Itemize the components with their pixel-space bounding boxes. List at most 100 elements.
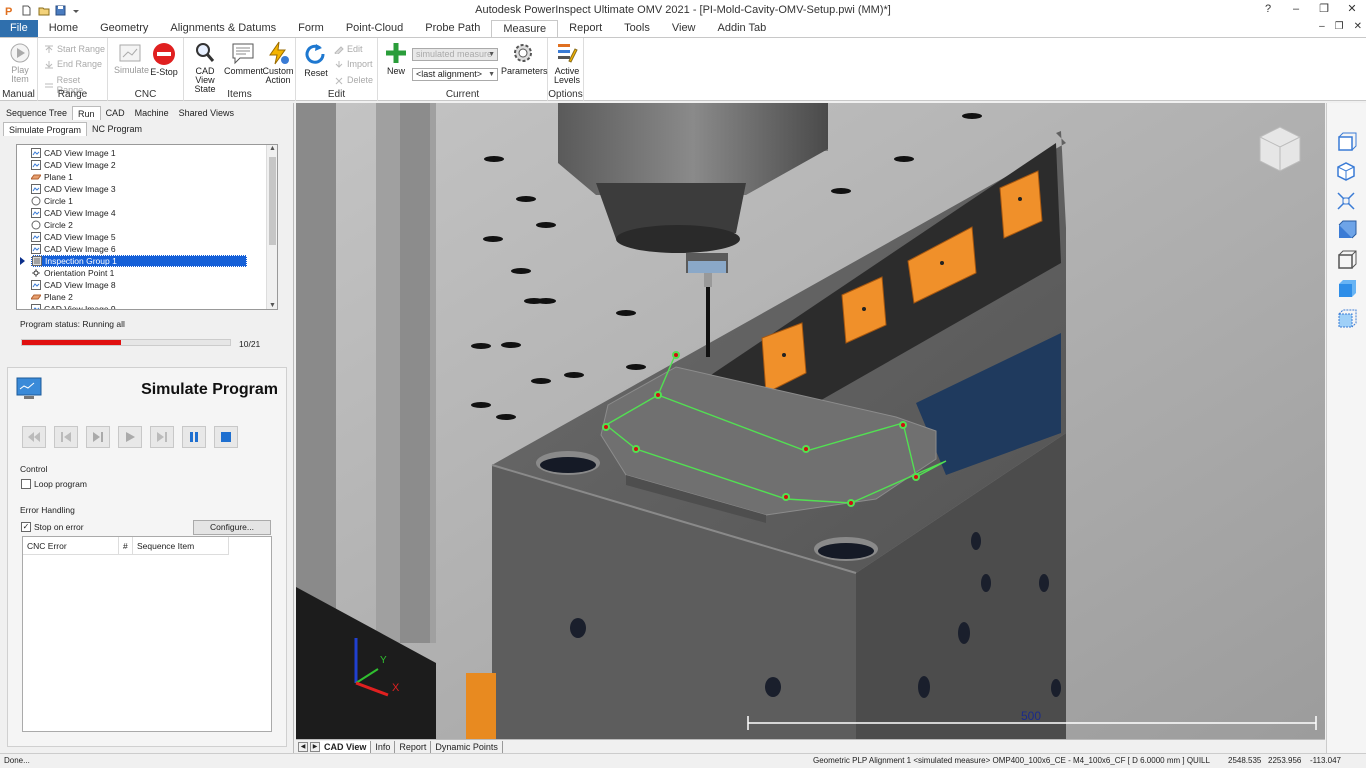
tab-sequence-tree[interactable]: Sequence Tree — [1, 106, 72, 120]
tab-run[interactable]: Run — [72, 106, 101, 120]
shaded-view-icon[interactable] — [1335, 219, 1357, 241]
scrollbar-thumb[interactable] — [269, 157, 276, 245]
tab-shared-views[interactable]: Shared Views — [174, 106, 239, 120]
column-header-sequence-item[interactable]: Sequence Item — [133, 537, 229, 555]
scroll-down-icon[interactable]: ▼ — [267, 302, 277, 309]
mdi-restore-button[interactable]: ❐ — [1335, 21, 1344, 32]
zoom-fit-icon[interactable] — [1335, 190, 1357, 212]
tab-tools[interactable]: Tools — [613, 20, 661, 37]
tree-item[interactable]: CAD View Image 3 — [31, 183, 116, 195]
delete-button[interactable]: Delete — [334, 75, 373, 85]
start-range-button[interactable]: Start Range — [44, 44, 105, 54]
tab-scroll-right-icon[interactable]: ▶ — [310, 741, 320, 752]
simulate-button[interactable]: Simulate — [114, 42, 149, 75]
tree-item[interactable]: CAD View Image 1 — [31, 147, 116, 159]
tab-alignments-datums[interactable]: Alignments & Datums — [159, 20, 287, 37]
tab-info[interactable]: Info — [371, 740, 396, 753]
loop-program-checkbox[interactable]: Loop program — [21, 479, 87, 489]
tab-dynamic-points[interactable]: Dynamic Points — [431, 740, 503, 753]
image-icon — [31, 232, 41, 242]
stop-on-error-checkbox-box[interactable]: ✓ — [21, 522, 31, 532]
comment-button[interactable]: Comment — [224, 41, 263, 76]
new-file-icon[interactable] — [21, 5, 32, 16]
wireframe-view-icon[interactable] — [1335, 249, 1357, 271]
tree-item[interactable]: CAD View Image 2 — [31, 159, 116, 171]
rewind-button[interactable] — [22, 426, 46, 448]
mdi-minimize-button[interactable]: – — [1319, 21, 1325, 32]
configure-button[interactable]: Configure... — [193, 520, 271, 535]
view-cube-icon[interactable] — [1259, 126, 1301, 172]
step-forward-button[interactable] — [86, 426, 110, 448]
tab-simulate-program[interactable]: Simulate Program — [3, 122, 88, 136]
quick-access-menu-icon[interactable] — [72, 5, 83, 16]
stop-on-error-checkbox[interactable]: ✓ Stop on error — [21, 522, 84, 532]
tree-item[interactable]: Inspection Group 1 — [31, 255, 247, 267]
tab-cad-view[interactable]: CAD View — [320, 740, 372, 753]
help-icon[interactable]: ? — [1254, 0, 1282, 20]
tree-scrollbar[interactable]: ▲ ▼ — [266, 145, 277, 309]
pause-button[interactable] — [182, 426, 206, 448]
cad-3d-viewport[interactable]: Y X 500 — [296, 103, 1325, 739]
open-folder-icon[interactable] — [38, 5, 50, 16]
active-levels-button[interactable]: Active Levels — [550, 41, 584, 85]
tab-cad[interactable]: CAD — [101, 106, 130, 120]
tab-view[interactable]: View — [661, 20, 707, 37]
tab-addin[interactable]: Addin Tab — [707, 20, 778, 37]
play-button[interactable] — [118, 426, 142, 448]
tree-item[interactable]: Orientation Point 1 — [31, 267, 114, 279]
view-front-icon[interactable] — [1335, 131, 1357, 153]
tab-report[interactable]: Report — [558, 20, 613, 37]
cad-view-state-button[interactable]: CAD View State — [186, 41, 224, 94]
transparent-view-icon[interactable] — [1335, 308, 1357, 330]
tab-point-cloud[interactable]: Point-Cloud — [335, 20, 414, 37]
view-iso-icon[interactable] — [1335, 160, 1357, 182]
measure-select[interactable]: simulated measure ▼ — [412, 48, 498, 61]
column-header-number[interactable]: # — [119, 537, 133, 555]
play-item-button[interactable]: Play Item — [4, 42, 36, 84]
tree-item[interactable]: CAD View Image 5 — [31, 231, 116, 243]
sequence-tree-list[interactable]: CAD View Image 1 CAD View Image 2 Plane 1 C… — [16, 144, 278, 310]
tree-item[interactable]: Circle 2 — [31, 219, 73, 231]
tab-probe-path[interactable]: Probe Path — [414, 20, 491, 37]
stop-button[interactable] — [214, 426, 238, 448]
play-to-end-button[interactable] — [150, 426, 174, 448]
parameters-button[interactable]: Parameters — [501, 41, 548, 76]
new-measure-button[interactable]: New — [381, 41, 411, 76]
import-button[interactable]: Import — [334, 59, 373, 69]
restore-button[interactable]: ❐ — [1310, 0, 1338, 20]
scroll-up-icon[interactable]: ▲ — [267, 145, 277, 152]
cnc-error-table[interactable]: CNC Error # Sequence Item — [22, 536, 272, 732]
minimize-button[interactable]: – — [1282, 0, 1310, 20]
mdi-close-button[interactable]: ✕ — [1354, 21, 1362, 32]
pause-icon — [190, 432, 198, 442]
tab-form[interactable]: Form — [287, 20, 335, 37]
solid-view-icon[interactable] — [1335, 278, 1357, 300]
tree-item[interactable]: CAD View Image 8 — [31, 279, 116, 291]
tab-machine[interactable]: Machine — [130, 106, 174, 120]
tree-item[interactable]: Plane 2 — [30, 291, 73, 303]
tab-file[interactable]: File — [0, 20, 38, 37]
tree-item[interactable]: CAD View Image 4 — [31, 207, 116, 219]
tree-item[interactable]: Circle 1 — [31, 195, 73, 207]
reset-button[interactable]: Reset — [300, 41, 332, 78]
alignment-select[interactable]: <last alignment> ▼ — [412, 68, 498, 81]
save-icon[interactable] — [55, 5, 66, 16]
tab-geometry[interactable]: Geometry — [89, 20, 159, 37]
close-button[interactable]: ✕ — [1338, 0, 1366, 20]
loop-program-checkbox-box[interactable] — [21, 479, 31, 489]
custom-action-button[interactable]: Custom Action — [260, 41, 296, 85]
end-range-button[interactable]: End Range — [44, 59, 102, 69]
tree-item[interactable]: CAD View Image 6 — [31, 243, 116, 255]
edit-button[interactable]: Edit — [334, 44, 363, 54]
tab-nc-program[interactable]: NC Program — [87, 122, 147, 136]
column-header-cnc-error[interactable]: CNC Error — [23, 537, 119, 555]
step-back-button[interactable] — [54, 426, 78, 448]
tab-report-view[interactable]: Report — [395, 740, 432, 753]
tab-home[interactable]: Home — [38, 20, 89, 37]
tab-scroll-left-icon[interactable]: ◀ — [298, 741, 308, 752]
tab-measure[interactable]: Measure — [491, 20, 559, 37]
tree-item[interactable]: CAD View Image 9 — [31, 303, 116, 309]
estop-button[interactable]: E-Stop — [148, 42, 180, 77]
tree-item[interactable]: Plane 1 — [30, 171, 73, 183]
status-coord-z: -113.047 — [1310, 756, 1341, 765]
